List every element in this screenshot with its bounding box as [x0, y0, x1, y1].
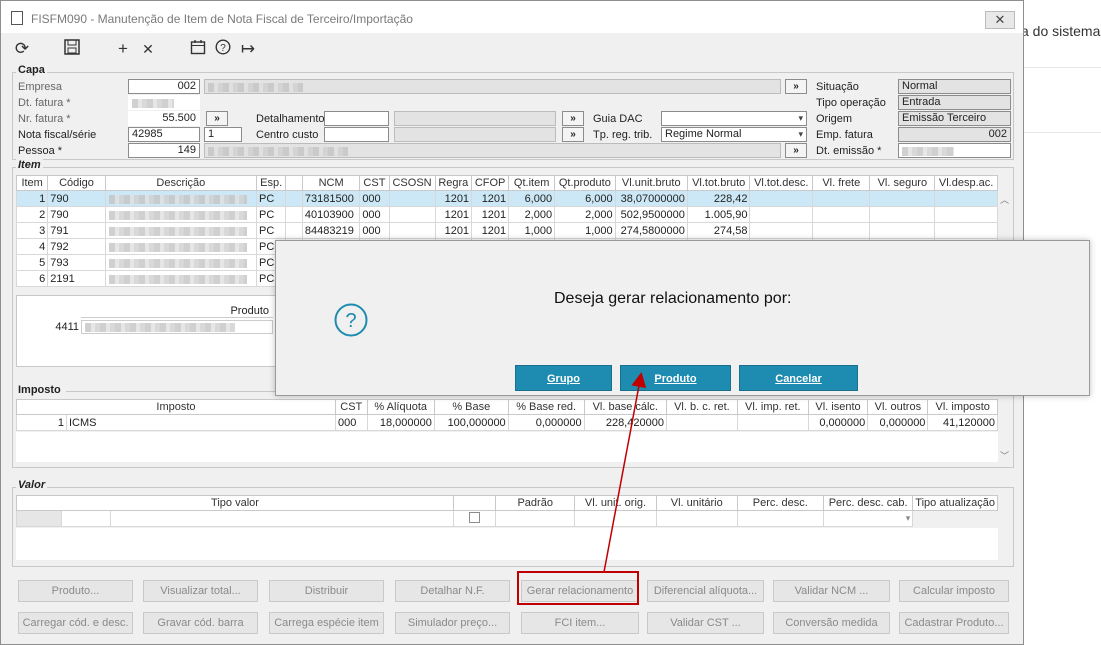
- annotation-arrow: [517, 372, 647, 605]
